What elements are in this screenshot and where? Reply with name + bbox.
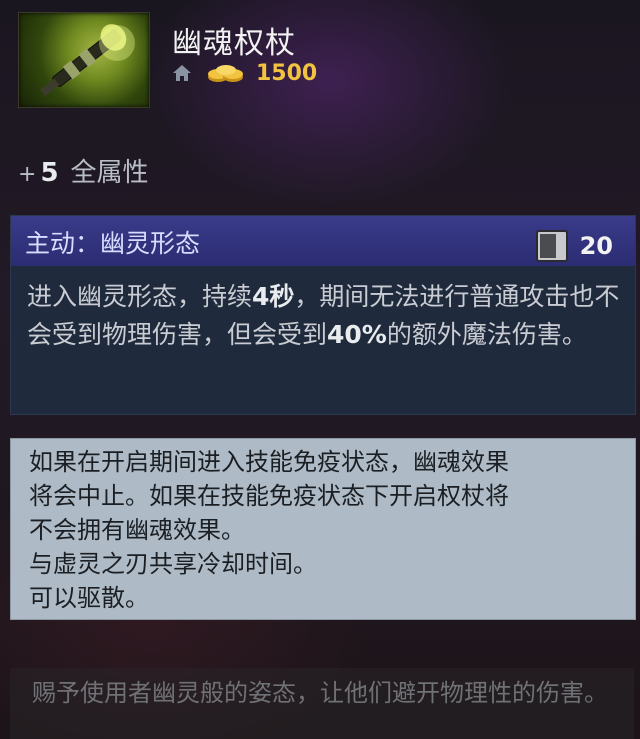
note-line: 可以驱散。 [29, 584, 149, 612]
cooldown: 20 [535, 230, 613, 262]
gold-coins-icon [208, 65, 243, 82]
lore-panel: 赐予使用者幽灵般的姿态，让他们避开物理性的伤害。 [10, 668, 634, 739]
ghost-scepter-icon [18, 12, 150, 108]
active-ability-title: 主动：幽灵形态 [25, 229, 201, 258]
note-line: 将会中止。如果在技能免疫状态下开启权杖将 [29, 482, 509, 510]
note-line: 不会拥有幽魂效果。 [29, 516, 245, 544]
note-line: 与虚灵之刃共享冷却时间。 [29, 550, 317, 578]
active-ability-panel: 主动：幽灵形态 20 进入幽灵形态，持续4秒，期间无法进行普通攻击也不会受到物理… [10, 215, 636, 415]
ghost-scepter-art [19, 13, 149, 107]
attribute-value: 5 [40, 158, 59, 188]
cooldown-value: 20 [579, 232, 613, 260]
desc-percent: 40% [327, 320, 387, 349]
attribute-bonus: + 5 全属性 [18, 152, 149, 189]
notes-panel: 如果在开启期间进入技能免疫状态，幽魂效果 将会中止。如果在技能免疫状态下开启权杖… [10, 438, 636, 620]
gold-cost: 1500 [256, 60, 318, 86]
attribute-plus: + [18, 162, 37, 187]
cooldown-icon [535, 230, 568, 262]
item-name: 幽魂权杖 [172, 26, 296, 61]
desc-part1: 进入幽灵形态，持续 [27, 282, 253, 311]
shop-row: 1500 [172, 60, 317, 86]
desc-duration: 4秒 [252, 282, 295, 311]
attribute-label: 全属性 [70, 158, 149, 188]
desc-part3: 的额外魔法伤害。 [386, 320, 587, 349]
lore-text: 赐予使用者幽灵般的姿态，让他们避开物理性的伤害。 [32, 679, 608, 707]
note-line: 如果在开启期间进入技能免疫状态，幽魂效果 [29, 448, 509, 476]
active-ability-description: 进入幽灵形态，持续4秒，期间无法进行普通攻击也不会受到物理伤害，但会受到40%的… [27, 278, 627, 354]
active-ability-header: 主动：幽灵形态 20 [11, 216, 635, 266]
home-icon[interactable] [172, 63, 192, 83]
